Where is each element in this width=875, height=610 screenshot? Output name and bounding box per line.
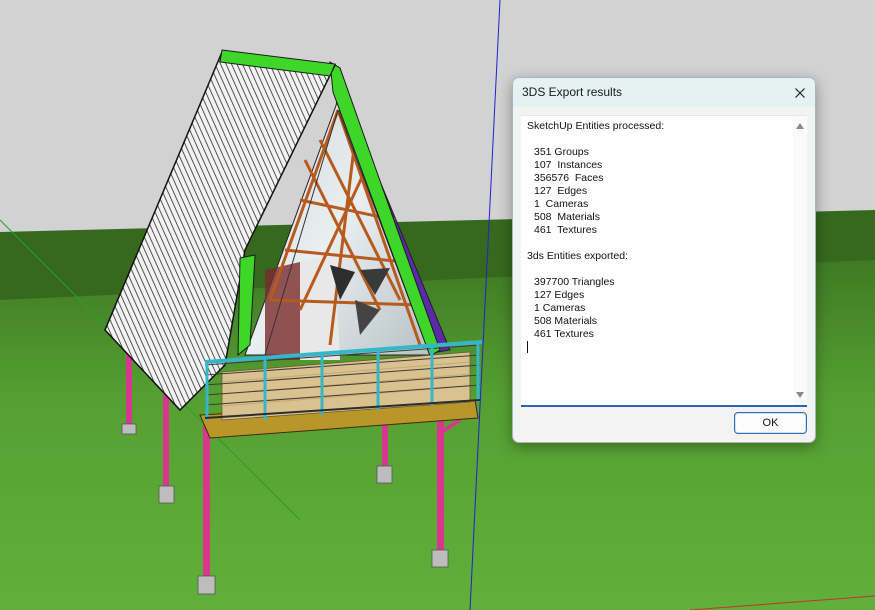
processed-item: 356576 Faces	[534, 172, 604, 184]
exported-item: 461 Textures	[534, 328, 594, 340]
exported-heading: 3ds Entities exported:	[527, 250, 628, 262]
exported-item: 508 Materials	[534, 315, 598, 327]
stilt	[437, 420, 444, 552]
footing	[376, 465, 393, 484]
exported-item: 127 Edges	[534, 289, 585, 301]
text-caret	[527, 341, 528, 353]
stilt	[126, 350, 132, 428]
exported-item: 397700 Triangles	[534, 276, 615, 288]
export-results-dialog: 3DS Export results SketchUp Entities pro…	[512, 77, 816, 443]
close-button[interactable]	[785, 78, 815, 107]
processed-item: 127 Edges	[534, 185, 588, 197]
processed-item: 508 Materials	[534, 211, 600, 223]
footing	[197, 575, 216, 595]
stilt	[163, 395, 169, 487]
dialog-title-bar[interactable]: 3DS Export results	[513, 78, 815, 107]
exported-item: 1 Cameras	[534, 302, 586, 314]
processed-item: 351 Groups	[534, 146, 589, 158]
close-icon	[795, 87, 805, 98]
scroll-down-button[interactable]	[793, 388, 807, 402]
scroll-up-arrow-icon	[796, 123, 804, 129]
footing	[121, 423, 137, 435]
dialog-title: 3DS Export results	[522, 85, 623, 99]
processed-item: 461 Textures	[534, 224, 597, 236]
scroll-down-arrow-icon	[796, 392, 804, 398]
stilt	[382, 420, 388, 470]
processed-item: 107 Instances	[534, 159, 603, 171]
ok-button[interactable]: OK	[734, 412, 807, 434]
scroll-up-button[interactable]	[793, 119, 807, 133]
processed-item: 1 Cameras	[534, 198, 589, 210]
results-text: SketchUp Entities processed: 351 Groups …	[527, 120, 789, 353]
stilt	[203, 420, 210, 580]
vertical-scrollbar[interactable]	[793, 116, 807, 405]
results-textarea[interactable]: SketchUp Entities processed: 351 Groups …	[521, 115, 807, 407]
footing	[431, 549, 449, 568]
processed-heading: SketchUp Entities processed:	[527, 120, 665, 132]
footing	[158, 485, 175, 504]
